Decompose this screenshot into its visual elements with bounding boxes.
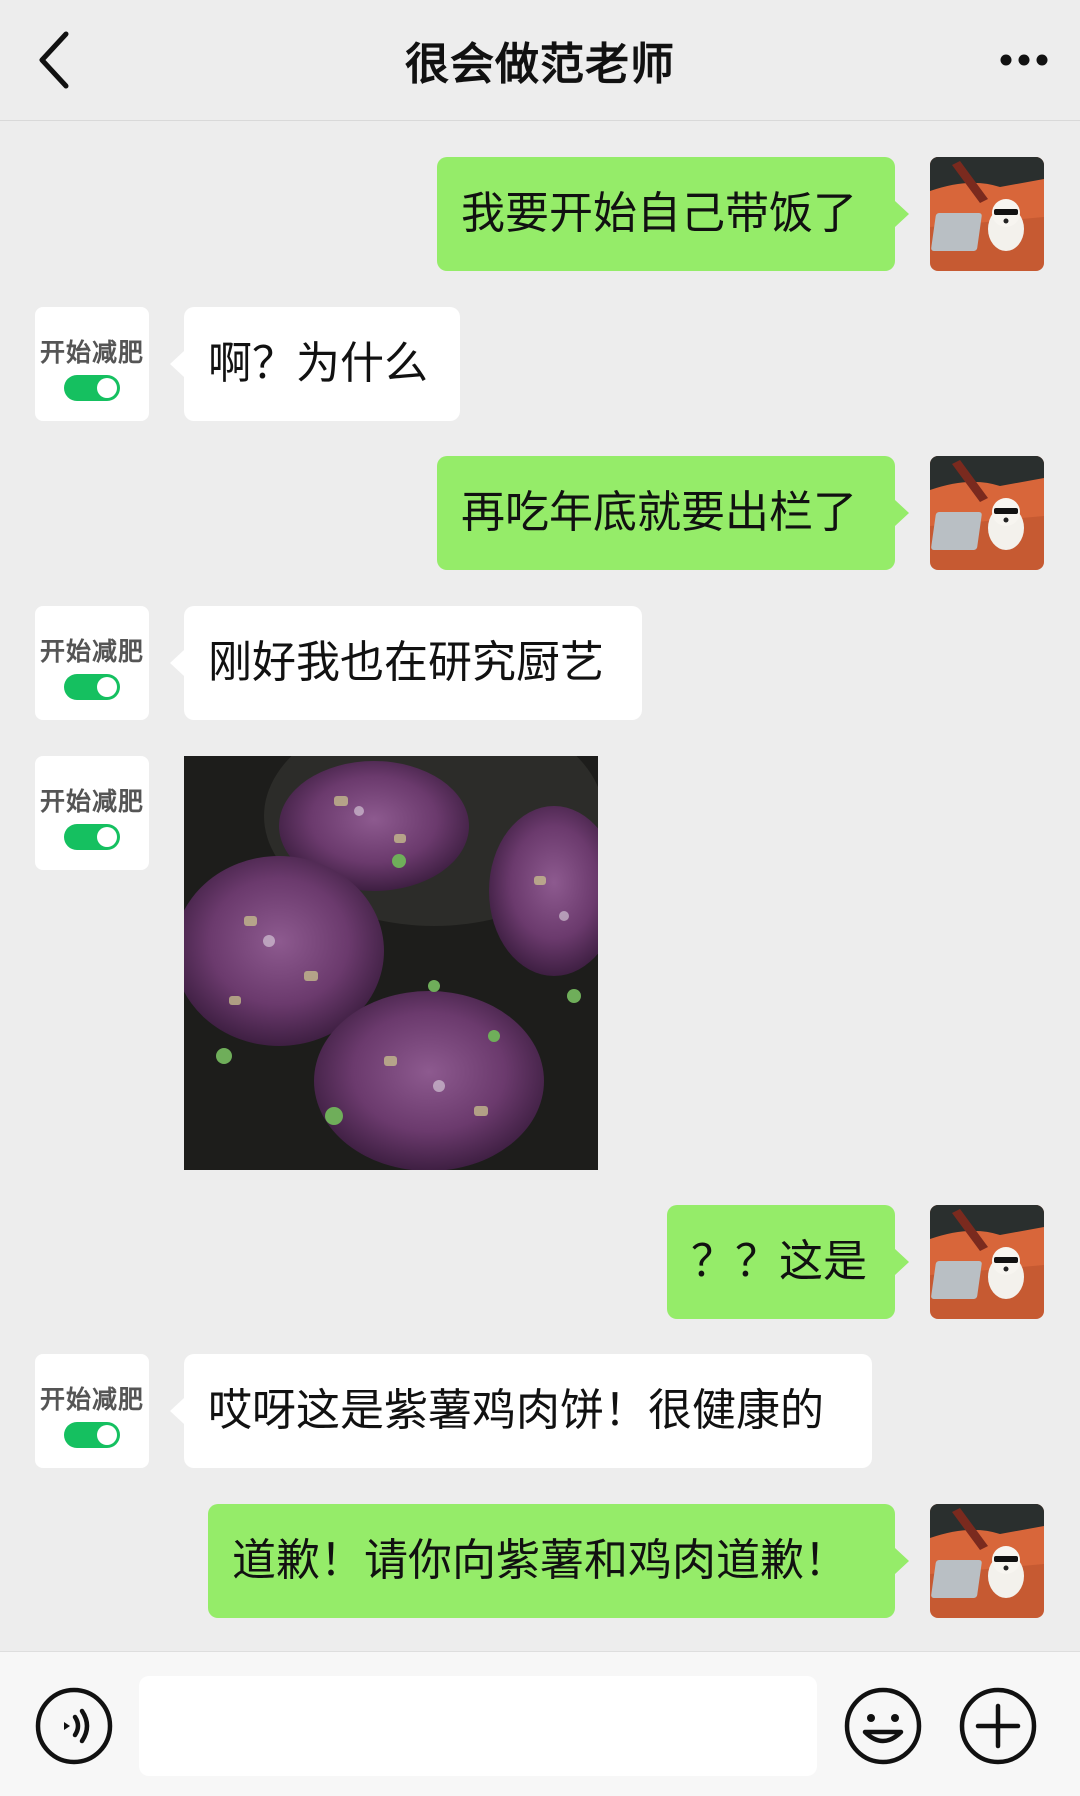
- contact-avatar[interactable]: 开始减肥: [35, 606, 149, 720]
- bubble-tail: [895, 500, 909, 526]
- voice-icon[interactable]: [34, 1686, 114, 1766]
- avatar-text: 开始减肥: [39, 1385, 144, 1414]
- toggle-on-icon: [64, 824, 120, 850]
- chat-title: 很会做范老师: [405, 39, 675, 90]
- bubble-tail: [895, 1548, 909, 1574]
- message-text: 再吃年底就要出栏了: [461, 487, 857, 538]
- bubble-tail: [170, 650, 184, 676]
- bubble-tail: [895, 201, 909, 227]
- message-text: 啊？为什么: [208, 338, 428, 389]
- contact-avatar[interactable]: 开始减肥: [35, 756, 149, 870]
- avatar-text: 开始减肥: [39, 637, 144, 666]
- message-bubble-incoming[interactable]: 啊？为什么: [184, 307, 460, 421]
- message-text: 道歉！请你向紫薯和鸡肉道歉！: [232, 1535, 848, 1586]
- bubble-tail: [170, 1398, 184, 1424]
- message-bubble-outgoing[interactable]: 道歉！请你向紫薯和鸡肉道歉！: [208, 1504, 895, 1618]
- contact-avatar[interactable]: 开始减肥: [35, 307, 149, 421]
- message-bubble-incoming[interactable]: 哎呀这是紫薯鸡肉饼！很健康的: [184, 1354, 872, 1468]
- my-avatar[interactable]: [930, 1504, 1044, 1618]
- message-bubble-outgoing[interactable]: 我要开始自己带饭了: [437, 157, 895, 271]
- avatar-text: 开始减肥: [39, 338, 144, 367]
- plus-icon[interactable]: [958, 1686, 1038, 1766]
- message-bubble-outgoing[interactable]: 再吃年底就要出栏了: [437, 456, 895, 570]
- emoji-icon[interactable]: [843, 1686, 923, 1766]
- toggle-on-icon: [64, 674, 120, 700]
- contact-avatar[interactable]: 开始减肥: [35, 1354, 149, 1468]
- message-bubble-outgoing[interactable]: ？？这是: [667, 1205, 895, 1319]
- my-avatar[interactable]: [930, 157, 1044, 271]
- input-bar: [0, 1651, 1080, 1796]
- message-image[interactable]: [184, 756, 598, 1170]
- bubble-tail: [170, 351, 184, 377]
- message-text: 刚好我也在研究厨艺: [208, 637, 604, 688]
- chat-header: 很会做范老师: [0, 0, 1080, 121]
- message-text: 我要开始自己带饭了: [461, 188, 857, 239]
- message-input[interactable]: [139, 1676, 817, 1776]
- toggle-on-icon: [64, 1422, 120, 1448]
- my-avatar[interactable]: [930, 1205, 1044, 1319]
- more-dots-icon[interactable]: [998, 42, 1050, 78]
- message-text: 哎呀这是紫薯鸡肉饼！很健康的: [208, 1385, 824, 1436]
- my-avatar[interactable]: [930, 456, 1044, 570]
- avatar-text: 开始减肥: [39, 787, 144, 816]
- bubble-tail: [895, 1249, 909, 1275]
- message-bubble-incoming[interactable]: 刚好我也在研究厨艺: [184, 606, 642, 720]
- toggle-on-icon: [64, 375, 120, 401]
- message-text: ？？这是: [691, 1236, 867, 1287]
